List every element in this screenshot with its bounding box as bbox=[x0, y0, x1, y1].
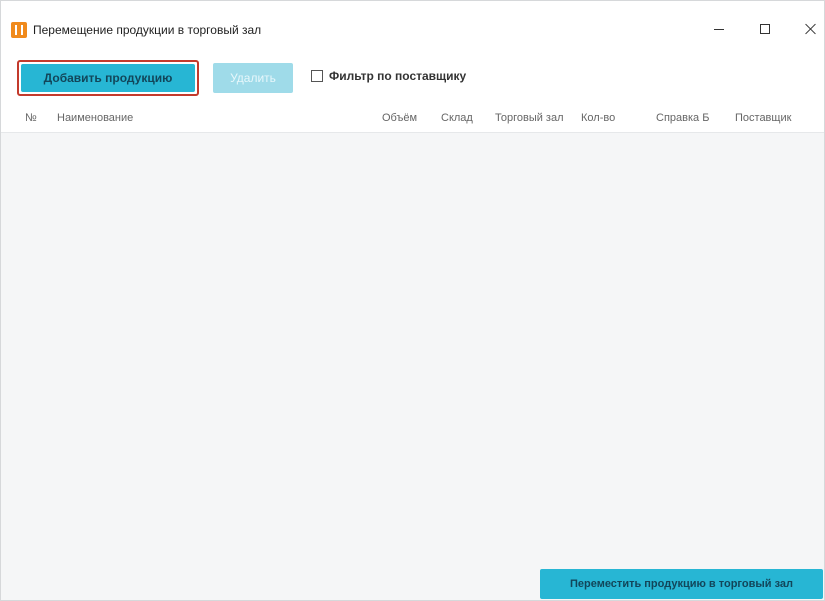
close-icon bbox=[805, 23, 817, 35]
maximize-button[interactable] bbox=[742, 11, 788, 47]
column-header-sales-hall[interactable]: Торговый зал bbox=[495, 112, 564, 124]
add-product-button[interactable]: Добавить продукцию bbox=[21, 64, 195, 92]
column-header-warehouse[interactable]: Склад bbox=[441, 112, 473, 124]
column-header-volume[interactable]: Объём bbox=[382, 112, 417, 124]
title-bar: Перемещение продукции в торговый зал bbox=[1, 1, 824, 47]
column-header-supplier[interactable]: Поставщик bbox=[735, 112, 791, 124]
supplier-filter[interactable]: Фильтр по поставщику bbox=[311, 69, 466, 83]
main-window: Перемещение продукции в торговый зал Доб… bbox=[0, 0, 825, 601]
minimize-icon bbox=[714, 28, 724, 30]
move-to-sales-hall-button[interactable]: Переместить продукцию в торговый зал bbox=[540, 569, 823, 599]
column-header-quantity[interactable]: Кол-во bbox=[581, 112, 615, 124]
close-button[interactable] bbox=[788, 11, 825, 47]
column-header-number[interactable]: № bbox=[25, 112, 37, 124]
supplier-filter-label: Фильтр по поставщику bbox=[329, 69, 467, 83]
app-icon bbox=[11, 22, 27, 38]
column-header-name[interactable]: Наименование bbox=[57, 112, 133, 124]
table-body bbox=[1, 133, 824, 563]
window-title: Перемещение продукции в торговый зал bbox=[33, 23, 262, 37]
delete-button[interactable]: Удалить bbox=[213, 63, 293, 93]
supplier-filter-checkbox[interactable] bbox=[311, 70, 323, 82]
column-header-certificate-b[interactable]: Справка Б bbox=[656, 112, 709, 124]
minimize-button[interactable] bbox=[696, 11, 742, 47]
add-product-highlight: Добавить продукцию bbox=[17, 60, 199, 96]
table-header: № Наименование Объём Склад Торговый зал … bbox=[1, 103, 824, 133]
toolbar: Добавить продукцию Удалить Фильтр по пос… bbox=[1, 47, 824, 103]
maximize-icon bbox=[760, 24, 770, 34]
